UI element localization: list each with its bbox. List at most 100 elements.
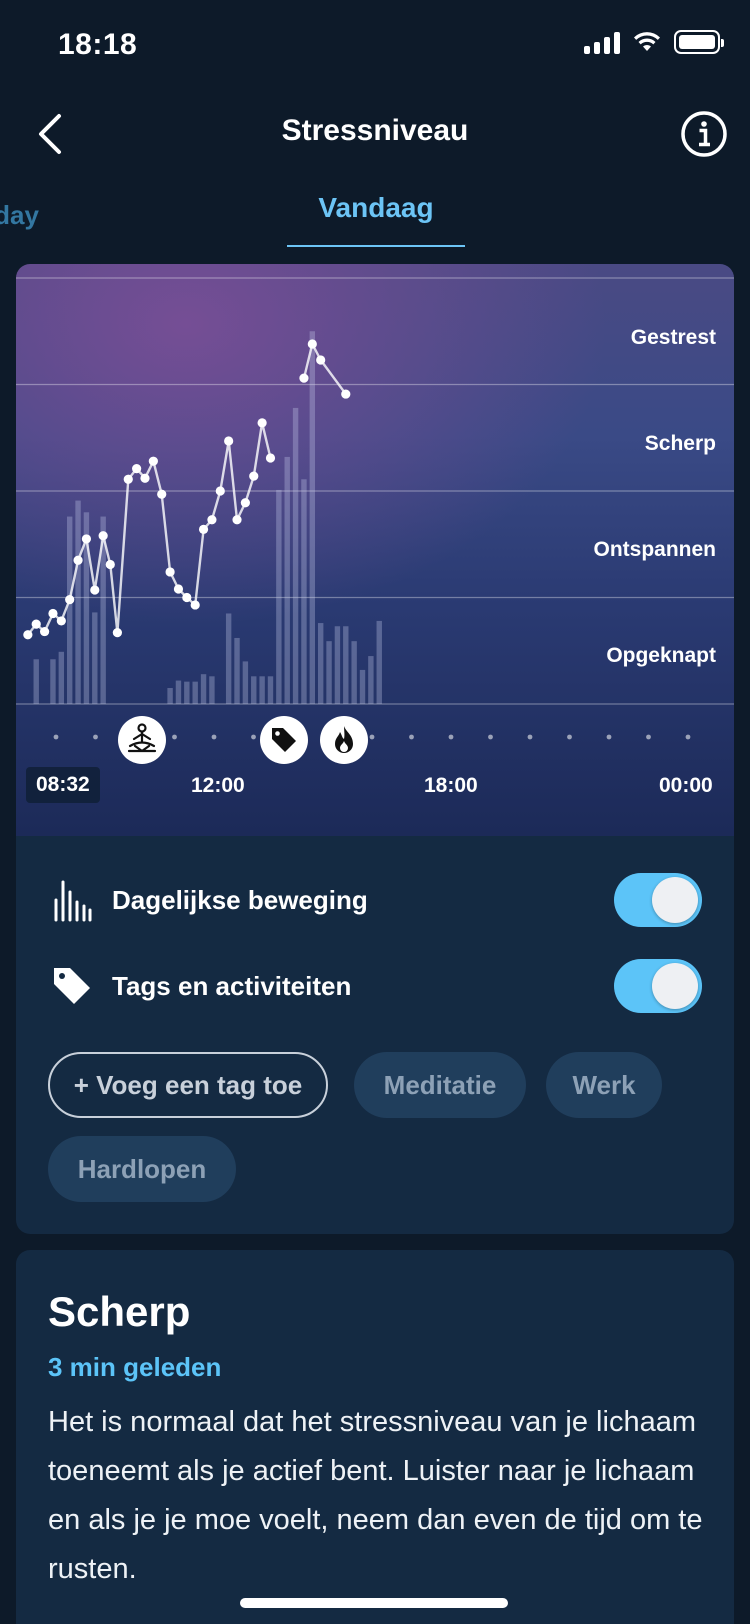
stress-description: Het is normaal dat het stressniveau van … xyxy=(48,1406,703,1585)
level-label-stressed: Gestrest xyxy=(630,326,716,349)
stress-point xyxy=(307,339,317,349)
movement-bar xyxy=(225,613,232,704)
battery-icon xyxy=(674,30,724,54)
stress-point xyxy=(48,608,58,619)
movement-bar xyxy=(359,669,366,704)
movement-bar xyxy=(301,479,307,704)
stress-point xyxy=(90,585,100,595)
timeline-dot xyxy=(409,734,414,740)
cellular-signal-icon xyxy=(584,30,620,54)
movement-bar xyxy=(317,623,324,704)
level-label-refreshed: Opgeknapt xyxy=(606,644,716,667)
timestamp: 3 min geleden xyxy=(48,1352,222,1382)
nav-bar: Stressniveau xyxy=(0,92,750,176)
stress-point xyxy=(39,626,50,637)
tag-event-icon[interactable] xyxy=(260,716,308,764)
movement-bar xyxy=(66,516,73,704)
stress-point xyxy=(56,616,66,626)
workout-event-icon[interactable] xyxy=(320,716,368,764)
movement-bar xyxy=(368,656,374,704)
stress-level-title: Scherp xyxy=(48,1288,191,1335)
movement-bar xyxy=(167,688,173,704)
add-tag-button[interactable]: + Voeg een tag toe xyxy=(48,1052,328,1118)
movement-bar xyxy=(292,407,299,704)
movement-bar xyxy=(351,641,357,704)
tag-chip[interactable]: Werk xyxy=(546,1052,662,1118)
movement-bar xyxy=(309,331,316,704)
movement-bar xyxy=(33,659,39,704)
stress-point xyxy=(215,486,225,496)
tag-chip[interactable]: Hardlopen xyxy=(48,1136,236,1202)
info-button[interactable] xyxy=(676,106,732,162)
stress-point xyxy=(98,531,108,541)
timeline-dot xyxy=(53,734,59,740)
stress-line xyxy=(26,421,272,636)
movement-bar xyxy=(242,661,249,704)
stress-point xyxy=(207,515,217,525)
stress-point xyxy=(132,464,142,474)
status-time: 18:18 xyxy=(58,28,138,61)
wifi-icon xyxy=(634,32,660,51)
x-tick-label: 12:00 xyxy=(191,774,245,797)
stress-point xyxy=(198,524,209,534)
stress-point xyxy=(299,373,309,383)
stress-point xyxy=(265,453,276,463)
status-bar: 18:18 xyxy=(0,0,750,92)
timeline-dot xyxy=(685,734,691,740)
movement-bar xyxy=(376,620,382,704)
timeline-dot xyxy=(211,734,217,740)
x-tick-label: 18:00 xyxy=(424,774,478,797)
tag-icon xyxy=(50,964,94,1008)
flame-icon xyxy=(335,726,353,753)
day-tabs: rday Vandaag xyxy=(0,176,750,248)
tab-yesterday[interactable]: rday xyxy=(0,200,39,231)
movement-bar xyxy=(175,680,182,704)
timeline-dot xyxy=(369,734,375,740)
timeline-dot xyxy=(172,734,177,740)
stress-point xyxy=(148,456,158,466)
movement-bar xyxy=(259,676,265,704)
stress-point xyxy=(123,474,133,484)
meditation-event-icon[interactable] xyxy=(118,716,166,764)
stress-point xyxy=(81,534,92,544)
stress-point xyxy=(190,600,200,610)
movement-bar xyxy=(92,612,98,704)
timeline-dot xyxy=(527,734,533,740)
movement-bar xyxy=(209,676,215,704)
movement-bar xyxy=(284,456,290,704)
movement-bar xyxy=(58,651,65,704)
tags-activities-switch[interactable] xyxy=(614,959,702,1013)
movement-bar xyxy=(75,500,81,704)
stress-point xyxy=(105,559,115,570)
stress-point xyxy=(23,630,33,640)
timeline-dot xyxy=(488,734,493,740)
status-icons xyxy=(584,30,724,54)
home-indicator xyxy=(240,1598,508,1608)
toggle-row-tags-activities: Tags en activiteiten xyxy=(16,956,734,1016)
stress-point xyxy=(73,555,83,565)
movement-bar xyxy=(184,681,190,704)
movement-bar xyxy=(343,626,349,704)
toggle-row-daily-movement: Dagelijkse beweging xyxy=(16,870,734,930)
timeline-dot xyxy=(567,734,572,740)
daily-movement-switch[interactable] xyxy=(614,873,702,927)
movement-bar xyxy=(267,676,274,704)
stress-point xyxy=(182,592,192,603)
timeline-dot xyxy=(646,734,651,740)
level-label-sharp: Scherp xyxy=(644,432,716,455)
timeline-dot xyxy=(448,734,454,740)
stress-point xyxy=(224,436,234,446)
chart-options-card: Dagelijkse beweging Tags en activiteiten… xyxy=(16,836,734,1234)
stress-point xyxy=(341,389,351,399)
stress-point xyxy=(112,628,122,638)
movement-bar xyxy=(200,674,207,704)
movement-bar xyxy=(251,676,257,704)
timeline-dot xyxy=(93,734,98,740)
page-title: Stressniveau xyxy=(281,114,469,147)
stress-point xyxy=(140,473,150,483)
tab-today[interactable]: Vandaag xyxy=(287,192,465,224)
stress-point xyxy=(240,498,250,508)
tag-chip[interactable]: Meditatie xyxy=(354,1052,526,1118)
meditation-icon xyxy=(127,723,157,753)
stress-point xyxy=(257,418,267,428)
